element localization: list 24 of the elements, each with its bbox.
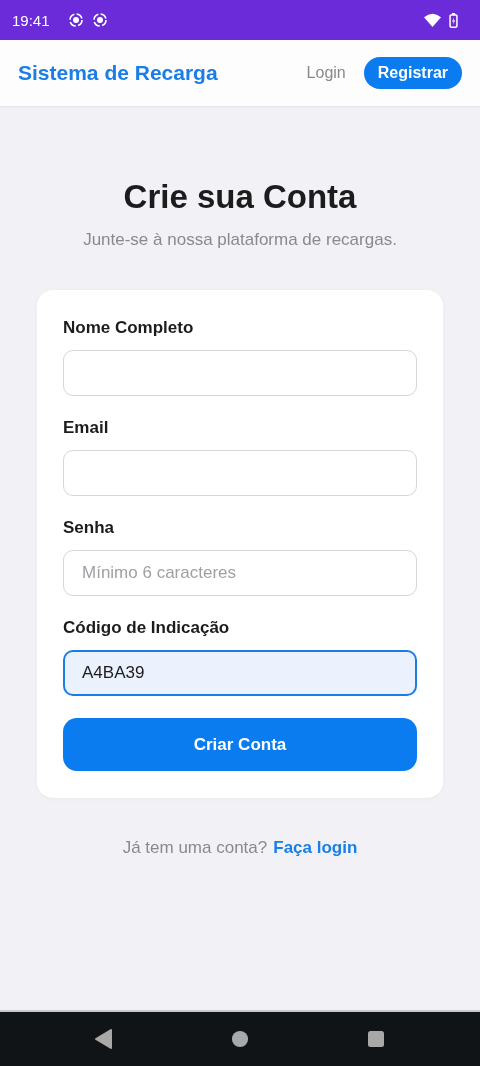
page-title: Crie sua Conta xyxy=(123,178,357,216)
input-field[interactable]: Mínimo 6 caracteres xyxy=(63,550,417,596)
record-icon xyxy=(91,12,108,28)
field-label: Código de Indicação xyxy=(63,618,231,638)
register-button[interactable]: Registrar xyxy=(363,57,462,89)
footer-text: Já tem uma conta? xyxy=(122,838,268,858)
input-field[interactable]: A4BA39 xyxy=(63,650,417,696)
status-time: 19:41 xyxy=(12,11,50,29)
field-label: Nome Completo xyxy=(63,318,195,338)
input-field[interactable] xyxy=(63,350,417,396)
login-link[interactable]: Faça login xyxy=(273,838,358,858)
login-link[interactable]: Login xyxy=(306,64,346,82)
page-subtitle: Junte-se à nossa plataforma de recargas. xyxy=(83,230,397,250)
battery-icon xyxy=(449,12,458,28)
field-label: Email xyxy=(63,418,110,438)
home-icon[interactable] xyxy=(231,1029,249,1049)
record-icon xyxy=(67,12,84,28)
brand-title: Sistema de Recarga xyxy=(18,61,218,85)
back-icon[interactable] xyxy=(95,1029,113,1049)
input-field[interactable] xyxy=(63,450,417,496)
create-account-button[interactable]: Criar Conta xyxy=(63,718,417,771)
recents-icon[interactable] xyxy=(367,1029,385,1049)
wifi-icon xyxy=(424,13,441,27)
field-label: Senha xyxy=(63,518,116,538)
